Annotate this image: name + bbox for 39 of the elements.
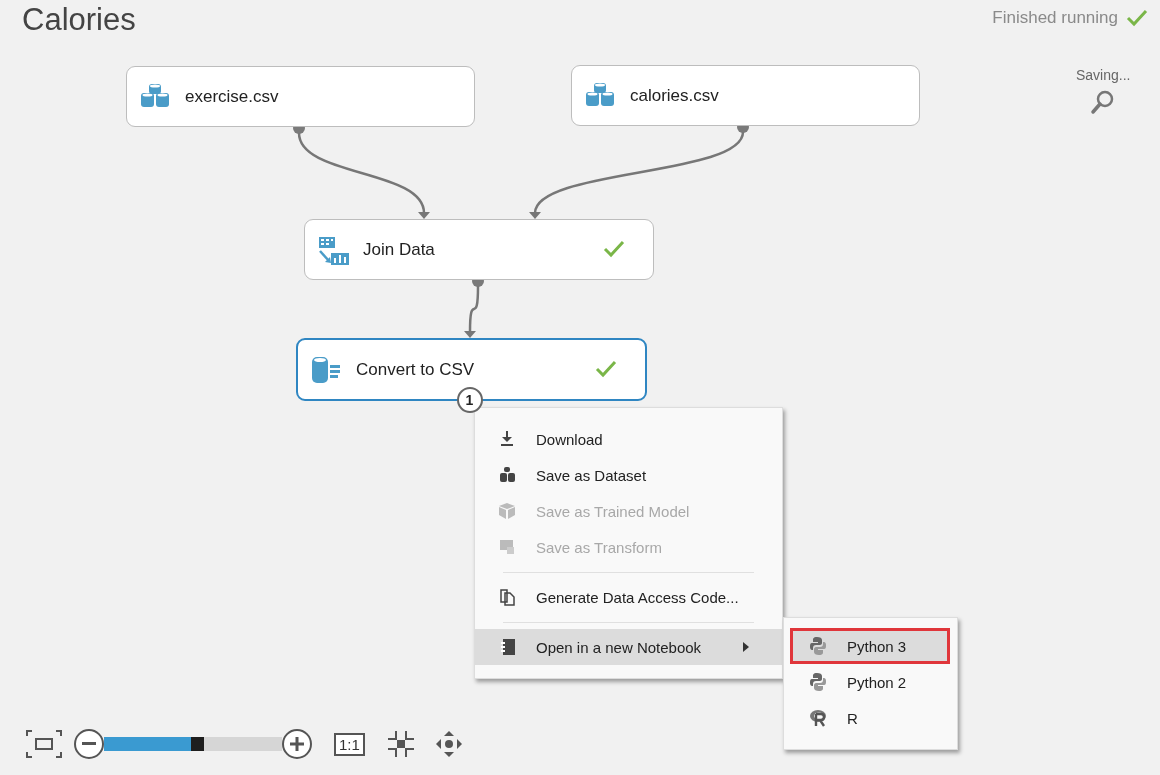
database-icon (499, 466, 516, 484)
snake-icon (809, 636, 827, 656)
node-label: Join Data (363, 239, 435, 260)
node-label: calories.csv (630, 85, 719, 106)
menu-item[interactable]: Download (475, 421, 782, 457)
cylinder-list-icon (310, 354, 342, 385)
minus-icon (82, 742, 96, 746)
menu-item[interactable]: Generate Data Access Code... (475, 579, 782, 615)
saving-text: Saving... (1076, 67, 1131, 83)
zoom-slider-track[interactable] (104, 737, 282, 751)
collapse-icon (386, 730, 415, 758)
submenu-item[interactable]: Python 3 (790, 628, 950, 664)
move-icon (434, 730, 463, 758)
snake-icon (809, 672, 827, 692)
submenu-item[interactable]: R (790, 700, 950, 736)
download-icon (499, 430, 516, 448)
table-chart-icon (317, 234, 349, 265)
zoom-out-button[interactable] (74, 729, 104, 759)
cube-icon (499, 502, 516, 520)
plus-icon (290, 737, 304, 751)
notebook-icon (499, 638, 516, 656)
zoom-in-button[interactable] (282, 729, 312, 759)
module-node[interactable]: calories.csv (571, 65, 920, 126)
status-text: Finished running (992, 8, 1118, 28)
pan-button[interactable] (434, 730, 463, 758)
canvas-title: Calories (22, 2, 136, 38)
center-button[interactable] (386, 730, 415, 758)
actual-size-button[interactable]: 1:1 (334, 732, 365, 756)
submenu-item[interactable]: Python 2 (790, 664, 950, 700)
module-node[interactable]: Join Data (304, 219, 654, 280)
menu-item[interactable]: Save as Dataset (475, 457, 782, 493)
r-logo-icon (809, 708, 827, 728)
module-node[interactable]: exercise.csv (126, 66, 475, 127)
node-label: exercise.csv (185, 86, 279, 107)
menu-item[interactable]: Open in a new Notebook (475, 629, 782, 665)
fit-icon (26, 730, 62, 758)
fit-screen-button[interactable] (26, 730, 62, 758)
documents-icon (499, 588, 516, 606)
node-label: Convert to CSV (356, 359, 475, 380)
